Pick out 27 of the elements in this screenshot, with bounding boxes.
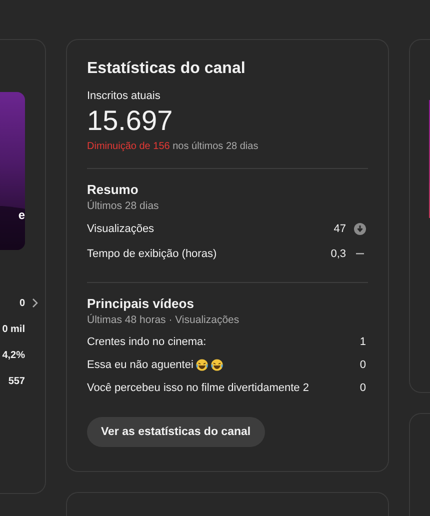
picture-caption: e: [18, 208, 25, 222]
stat-value: 4,2%: [2, 350, 25, 360]
video-title[interactable]: Essa eu não aguentei: [87, 358, 194, 370]
subscribers-label: Inscritos atuais: [87, 90, 162, 102]
section-title: Principais vídeos: [87, 296, 195, 311]
metric-value: 47: [334, 222, 346, 234]
video-views: 1: [360, 336, 366, 348]
metric-label: Visualizações: [87, 222, 154, 234]
card-title: Estatísticas do canal: [87, 60, 246, 78]
subscriber-count: 15.697: [87, 105, 174, 137]
section-title: Resumo: [87, 182, 140, 197]
channel-stats-button[interactable]: Ver as estatísticas do canal: [87, 417, 265, 447]
video-title[interactable]: Você percebeu isso no filme divertidamente 2: [87, 382, 309, 394]
metric-value: 0,3: [330, 248, 346, 260]
metric-label: Tempo de exibição (horas): [87, 248, 217, 260]
down-arrow-icon: [354, 222, 366, 234]
section-period: Últimos 28 dias: [87, 200, 160, 212]
subscriber-change: Diminuição de 156 nos últimos 28 dias: [87, 141, 260, 152]
stat-value: 0 mil: [2, 324, 25, 334]
stat-value: 0: [19, 298, 25, 308]
stat-value: 557: [8, 376, 25, 386]
dash-icon: [354, 252, 366, 254]
chevron-icon[interactable]: [31, 298, 39, 308]
section-period: Últimas 48 horas · Visualizações: [87, 314, 240, 326]
video-title[interactable]: Crentes indo no cinema:: [87, 336, 206, 348]
video-views: 0: [360, 358, 366, 370]
video-views: 0: [360, 382, 366, 394]
